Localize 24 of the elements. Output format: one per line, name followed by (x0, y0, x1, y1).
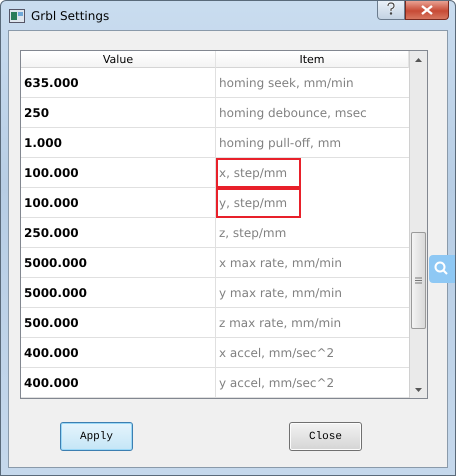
close-icon[interactable] (405, 1, 449, 20)
value-cell: 635.000 (21, 68, 216, 98)
value-cell: 250 (21, 98, 216, 128)
value-cell: 500.000 (21, 308, 216, 338)
help-icon (386, 2, 396, 15)
column-header[interactable]: Item (216, 51, 409, 68)
window-title: Grbl Settings (31, 8, 110, 22)
value-cell: 5000.000 (21, 248, 216, 278)
value-cell: 400.000 (21, 368, 216, 398)
scrollbar[interactable] (409, 51, 427, 398)
value-cell: 400.000 (21, 338, 216, 368)
value-cell: 5000.000 (21, 278, 216, 308)
help-button[interactable] (377, 1, 405, 20)
value-cell: 100.000 (21, 188, 216, 218)
scrollbar-thumb[interactable] (411, 232, 426, 329)
item-cell: y, step/mm (216, 188, 301, 218)
app-icon (9, 8, 25, 22)
value-cell: 250.000 (21, 218, 216, 248)
item-cell: x, step/mm (216, 158, 301, 188)
value-cell: 1.000 (21, 128, 216, 158)
dialog-button[interactable]: Apply (60, 422, 133, 451)
dialog-button[interactable]: Close (289, 422, 362, 451)
value-cell: 100.000 (21, 158, 216, 188)
column-header[interactable]: Value (21, 51, 216, 68)
